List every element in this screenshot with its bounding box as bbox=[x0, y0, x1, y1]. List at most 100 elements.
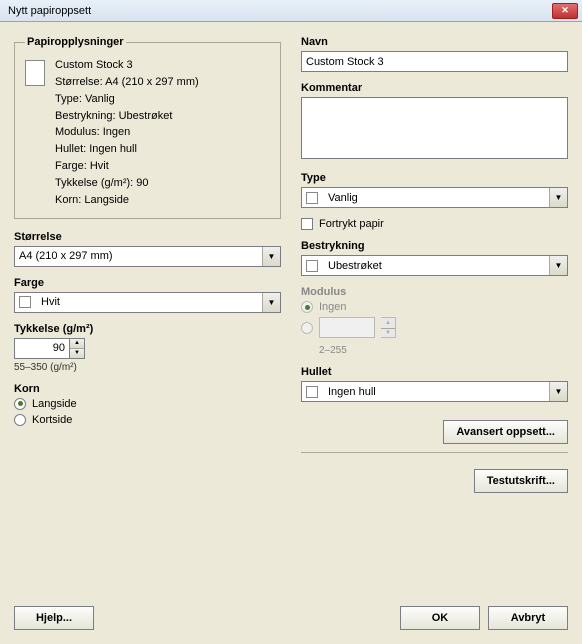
right-column: Navn Kommentar Type Vanlig ▼ Fortrykt pa… bbox=[301, 36, 568, 598]
advanced-setup-button[interactable]: Avansert oppsett... bbox=[443, 420, 568, 444]
spin-up-disabled-icon: ▲ bbox=[381, 318, 395, 328]
punch-swatch-icon bbox=[306, 386, 318, 398]
preprinted-label: Fortrykt papir bbox=[319, 218, 384, 230]
size-label: Størrelse bbox=[14, 231, 281, 243]
ok-cancel-group: OK Avbryt bbox=[400, 606, 568, 630]
paper-info-group: Papiropplysninger Custom Stock 3 Størrel… bbox=[14, 36, 281, 219]
modulus-hint: 2–255 bbox=[319, 345, 568, 356]
cancel-button[interactable]: Avbryt bbox=[488, 606, 568, 630]
paper-info-punch: Hullet: Ingen hull bbox=[55, 142, 199, 157]
punch-field: Hullet Ingen hull ▼ bbox=[301, 366, 568, 402]
footer-buttons: Hjelp... OK Avbryt bbox=[14, 606, 568, 630]
chevron-down-icon[interactable]: ▼ bbox=[262, 293, 280, 312]
paper-info-grain: Korn: Langside bbox=[55, 193, 199, 208]
color-combo[interactable]: Hvit ▼ bbox=[14, 292, 281, 313]
type-field: Type Vanlig ▼ bbox=[301, 172, 568, 208]
type-combo-text: Vanlig bbox=[324, 192, 549, 204]
punch-label: Hullet bbox=[301, 366, 568, 378]
type-swatch-icon bbox=[306, 192, 318, 204]
coating-field: Bestrykning Ubestrøket ▼ bbox=[301, 240, 568, 276]
testprint-row: Testutskrift... bbox=[301, 469, 568, 493]
type-label: Type bbox=[301, 172, 568, 184]
separator bbox=[301, 452, 568, 453]
radio-checked-disabled-icon bbox=[301, 301, 313, 313]
comment-textarea[interactable] bbox=[301, 97, 568, 159]
spin-up-icon[interactable]: ▲ bbox=[70, 339, 84, 349]
advanced-row: Avansert oppsett... bbox=[301, 420, 568, 444]
name-field: Navn bbox=[301, 36, 568, 72]
preprinted-field: Fortrykt papir bbox=[301, 218, 568, 230]
modulus-label: Modulus bbox=[301, 286, 568, 298]
chevron-down-icon[interactable]: ▼ bbox=[549, 382, 567, 401]
close-button[interactable]: ✕ bbox=[552, 3, 578, 19]
paper-info-legend: Papiropplysninger bbox=[25, 36, 126, 48]
spin-down-disabled-icon: ▼ bbox=[381, 328, 395, 338]
modulus-none-row: Ingen bbox=[301, 301, 568, 313]
weight-hint: 55–350 (g/m²) bbox=[14, 362, 281, 373]
color-combo-text: Hvit bbox=[37, 296, 262, 308]
radio-checked-icon[interactable] bbox=[14, 398, 26, 410]
name-input[interactable] bbox=[301, 51, 568, 72]
punch-combo-text: Ingen hull bbox=[324, 386, 549, 398]
type-combo[interactable]: Vanlig ▼ bbox=[301, 187, 568, 208]
weight-spin-buttons: ▲ ▼ bbox=[70, 338, 85, 359]
window-title: Nytt papiroppsett bbox=[4, 5, 552, 17]
weight-spinner: ▲ ▼ bbox=[14, 338, 281, 359]
coating-label: Bestrykning bbox=[301, 240, 568, 252]
close-icon: ✕ bbox=[561, 5, 569, 16]
modulus-none-label: Ingen bbox=[319, 301, 347, 313]
modulus-input bbox=[319, 317, 375, 338]
modulus-spin-buttons: ▲ ▼ bbox=[381, 317, 396, 338]
size-field: Størrelse A4 (210 x 297 mm) ▼ bbox=[14, 231, 281, 267]
paper-info-body: Custom Stock 3 Størrelse: A4 (210 x 297 … bbox=[25, 58, 270, 208]
paper-info-coating: Bestrykning: Ubestrøket bbox=[55, 109, 199, 124]
punch-combo[interactable]: Ingen hull ▼ bbox=[301, 381, 568, 402]
paper-info-weight: Tykkelse (g/m²): 90 bbox=[55, 176, 199, 191]
title-bar: Nytt papiroppsett ✕ bbox=[0, 0, 582, 22]
size-combo[interactable]: A4 (210 x 297 mm) ▼ bbox=[14, 246, 281, 267]
modulus-radio-group: Ingen ▲ ▼ 2–255 bbox=[301, 301, 568, 356]
paper-info-modulus: Modulus: Ingen bbox=[55, 125, 199, 140]
radio-unchecked-disabled-icon bbox=[301, 322, 313, 334]
radio-unchecked-icon[interactable] bbox=[14, 414, 26, 426]
weight-input[interactable] bbox=[14, 338, 70, 359]
modulus-custom-row: ▲ ▼ bbox=[301, 317, 568, 338]
checkbox-unchecked-icon[interactable] bbox=[301, 218, 313, 230]
modulus-field: Modulus Ingen ▲ ▼ 2–255 bbox=[301, 286, 568, 356]
help-button[interactable]: Hjelp... bbox=[14, 606, 94, 630]
preprinted-row[interactable]: Fortrykt papir bbox=[301, 218, 568, 230]
color-swatch-icon bbox=[19, 296, 31, 308]
comment-label: Kommentar bbox=[301, 82, 568, 94]
chevron-down-icon[interactable]: ▼ bbox=[549, 256, 567, 275]
dialog-content: Papiropplysninger Custom Stock 3 Størrel… bbox=[0, 22, 582, 644]
weight-field: Tykkelse (g/m²) ▲ ▼ 55–350 (g/m²) bbox=[14, 323, 281, 373]
chevron-down-icon[interactable]: ▼ bbox=[549, 188, 567, 207]
left-column: Papiropplysninger Custom Stock 3 Størrel… bbox=[14, 36, 281, 598]
grain-field: Korn Langside Kortside bbox=[14, 383, 281, 426]
coating-combo-text: Ubestrøket bbox=[324, 260, 549, 272]
coating-combo[interactable]: Ubestrøket ▼ bbox=[301, 255, 568, 276]
coating-swatch-icon bbox=[306, 260, 318, 272]
grain-short-row[interactable]: Kortside bbox=[14, 414, 281, 426]
paper-info-name: Custom Stock 3 bbox=[55, 58, 199, 73]
weight-label: Tykkelse (g/m²) bbox=[14, 323, 281, 335]
paper-info-size: Størrelse: A4 (210 x 297 mm) bbox=[55, 75, 199, 90]
grain-long-row[interactable]: Langside bbox=[14, 398, 281, 410]
comment-field: Kommentar bbox=[301, 82, 568, 162]
grain-short-label: Kortside bbox=[32, 414, 72, 426]
columns: Papiropplysninger Custom Stock 3 Størrel… bbox=[14, 36, 568, 598]
color-field: Farge Hvit ▼ bbox=[14, 277, 281, 313]
chevron-down-icon[interactable]: ▼ bbox=[262, 247, 280, 266]
paper-sheet-icon bbox=[25, 60, 45, 86]
ok-button[interactable]: OK bbox=[400, 606, 480, 630]
spin-down-icon[interactable]: ▼ bbox=[70, 348, 84, 358]
test-print-button[interactable]: Testutskrift... bbox=[474, 469, 568, 493]
name-label: Navn bbox=[301, 36, 568, 48]
paper-info-lines: Custom Stock 3 Størrelse: A4 (210 x 297 … bbox=[55, 58, 199, 208]
size-combo-text: A4 (210 x 297 mm) bbox=[15, 250, 262, 262]
paper-info-color: Farge: Hvit bbox=[55, 159, 199, 174]
paper-info-type: Type: Vanlig bbox=[55, 92, 199, 107]
color-label: Farge bbox=[14, 277, 281, 289]
grain-radio-group: Langside Kortside bbox=[14, 398, 281, 426]
grain-label: Korn bbox=[14, 383, 281, 395]
